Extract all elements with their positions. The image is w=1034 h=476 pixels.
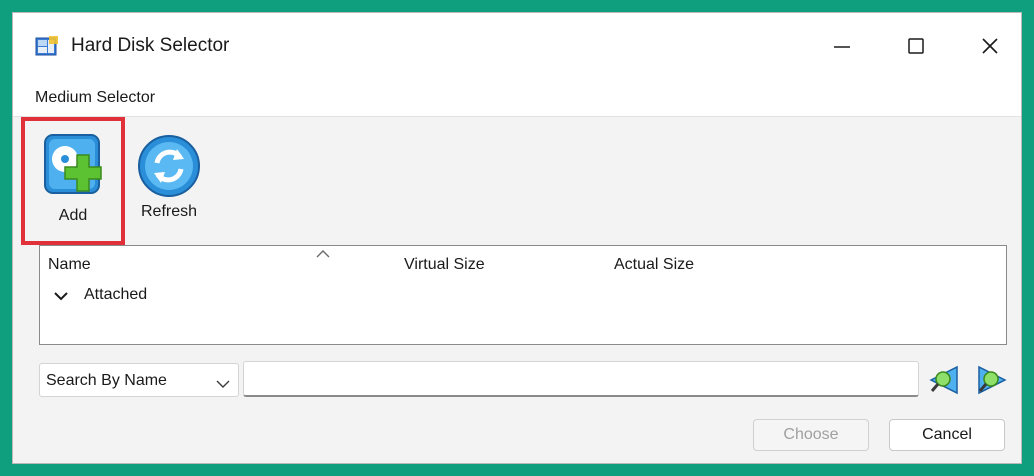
column-header-actual-size[interactable]: Actual Size <box>614 256 694 274</box>
column-header-virtual-size[interactable]: Virtual Size <box>404 256 485 274</box>
column-header-name[interactable]: Name <box>48 256 91 274</box>
refresh-label: Refresh <box>140 203 198 220</box>
add-disk-icon <box>43 133 107 204</box>
search-next-icon <box>978 365 1007 395</box>
window-title: Hard Disk Selector <box>71 35 230 56</box>
search-input[interactable] <box>243 361 919 397</box>
add-label: Add <box>58 207 88 224</box>
title-bar[interactable]: Hard Disk Selector <box>13 13 1021 77</box>
hard-disk-selector-window: Hard Disk Selector Medium Selector Add R… <box>12 12 1022 464</box>
add-button[interactable]: Add <box>21 117 125 245</box>
menu-medium-selector[interactable]: Medium Selector <box>35 89 155 107</box>
minimize-icon <box>834 46 850 48</box>
close-icon <box>982 38 998 54</box>
sort-ascending-icon <box>316 246 330 264</box>
search-mode-value: Search By Name <box>46 372 167 389</box>
chevron-down-icon <box>54 292 68 301</box>
minimize-button[interactable] <box>819 27 865 65</box>
hard-disk-app-icon <box>35 35 59 57</box>
choose-button[interactable]: Choose <box>753 419 869 451</box>
tree-group-label: Attached <box>84 286 148 303</box>
medium-tree[interactable]: Name Virtual Size Actual Size Attached <box>39 245 1007 345</box>
search-previous-button[interactable] <box>927 365 961 395</box>
refresh-button[interactable]: Refresh <box>129 121 209 237</box>
cancel-button[interactable]: Cancel <box>889 419 1005 451</box>
refresh-icon <box>137 133 201 204</box>
menu-bar: Medium Selector <box>13 77 1021 117</box>
search-next-button[interactable] <box>975 365 1009 395</box>
close-button[interactable] <box>967 27 1013 65</box>
maximize-button[interactable] <box>893 27 939 65</box>
chevron-down-icon <box>216 376 230 394</box>
maximize-icon <box>908 38 924 54</box>
search-mode-select[interactable]: Search By Name <box>39 363 239 397</box>
search-previous-icon <box>929 365 958 395</box>
